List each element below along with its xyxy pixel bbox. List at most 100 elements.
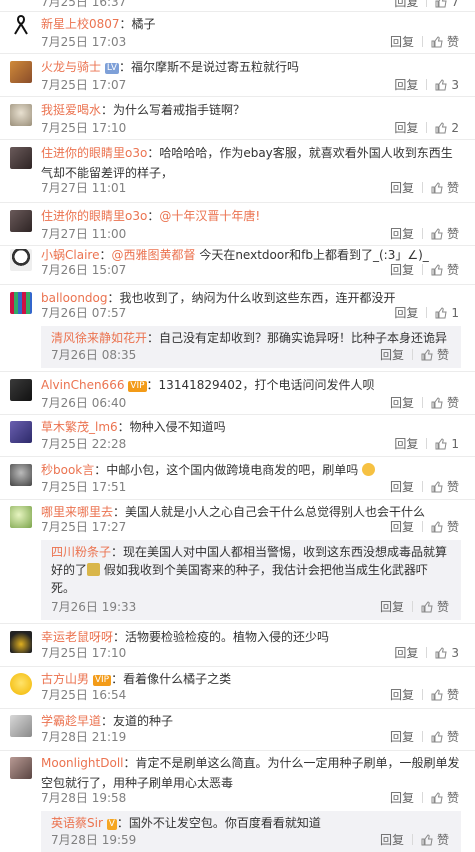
reply-button[interactable]: 回复 [390,263,414,277]
avatar[interactable] [10,379,32,401]
comment-time: 7月26日 06:40 [41,396,127,410]
like-button[interactable]: 7 [435,0,459,9]
avatar[interactable] [10,506,32,528]
comment-username[interactable]: MoonlightDoll [41,756,124,770]
like-button[interactable]: 3 [435,646,459,660]
comment-item: 古方山男 VIP ：看着像什么橘子之类 7月25日 16:54 回复赞 [0,667,475,709]
like-label: 赞 [436,348,449,362]
like-button[interactable]: 赞 [431,35,459,49]
comment-username[interactable]: 幸运老鼠呀呀 [41,630,113,644]
comment-username[interactable]: 学霸趁早道 [41,714,101,728]
like-label: 赞 [446,688,459,702]
like-button[interactable]: 赞 [431,227,459,241]
avatar[interactable] [10,715,32,737]
divider [411,601,413,612]
comment-text: ：13141829402，打个电话问问发件人呗 [146,378,375,392]
avatar[interactable] [10,249,32,271]
avatar[interactable] [10,61,32,83]
thumb-up-icon [435,307,447,319]
avatar[interactable] [10,147,32,169]
divider [426,438,428,449]
like-button[interactable]: 赞 [431,688,459,702]
comment-username[interactable]: 清风徐来静如花开 [51,331,147,345]
like-label: 赞 [446,396,459,410]
avatar[interactable] [10,210,32,232]
avatar[interactable] [10,421,32,443]
comment-username[interactable]: 火龙与骑士 [41,60,101,74]
comment-time: 7月25日 17:07 [41,78,127,92]
reply-button[interactable]: 回复 [390,520,414,534]
divider [411,834,413,845]
thumb-up-icon [431,521,443,533]
thumb-up-icon [435,0,447,8]
reply-button[interactable]: 回复 [390,35,414,49]
reply-button[interactable]: 回复 [394,437,418,451]
reply-button[interactable]: 回复 [390,181,414,195]
comment-username[interactable]: 四川粉条子 [51,545,111,559]
comment-username[interactable]: 英语蔡Sir [51,816,103,830]
comment-username[interactable]: 新星上校0807 [41,17,120,31]
thumb-up-icon [435,438,447,450]
reply-button[interactable]: 回复 [390,730,414,744]
mention-link[interactable]: @十年汉晋十年唐! [159,209,260,223]
reply-button[interactable]: 回复 [394,306,418,320]
mourning-ribbon-avatar [14,15,28,35]
comment-username[interactable]: 古方山男 [41,672,89,686]
like-button[interactable]: 赞 [421,600,449,614]
thumb-up-icon [431,228,443,240]
reply-button[interactable]: 回复 [380,600,404,614]
reply-button[interactable]: 回复 [394,646,418,660]
reply-button[interactable]: 回复 [380,348,404,362]
reply-button[interactable]: 回复 [380,833,404,847]
comment-item: MoonlightDoll：肯定不是刷单这么简直。为什么一定用种子刷单，一般刷单… [0,751,475,852]
avatar[interactable] [10,757,32,779]
avatar[interactable] [10,631,32,653]
reply-button[interactable]: 回复 [390,480,414,494]
verified-badge: V [106,819,117,830]
comment-username[interactable]: 秒book言 [41,463,94,477]
like-button[interactable]: 1 [435,306,459,320]
like-label: 赞 [446,35,459,49]
like-count: 7 [451,0,459,9]
reply-button[interactable]: 回复 [394,121,418,135]
comment-username[interactable]: 住进你的眼睛里o3o [41,146,147,160]
reply-button[interactable]: 回复 [390,688,414,702]
like-button[interactable]: 赞 [421,833,449,847]
comment-username[interactable]: 草木繁茂_lm6 [41,420,118,434]
comment-time: 7月28日 19:58 [41,791,127,805]
comment-time: 7月26日 08:35 [51,348,137,362]
like-count: 3 [451,78,459,92]
like-button[interactable]: 赞 [431,263,459,277]
avatar[interactable] [10,673,32,695]
like-button[interactable]: 赞 [431,730,459,744]
like-button[interactable]: 赞 [431,181,459,195]
reply-button[interactable]: 回复 [394,78,418,92]
like-button[interactable]: 赞 [431,520,459,534]
reply-button[interactable]: 回复 [390,227,414,241]
reply-button[interactable]: 回复 [394,0,418,9]
like-button[interactable]: 赞 [431,396,459,410]
like-label: 赞 [446,520,459,534]
comment-item: AlvinChen666 VIP ：13141829402，打个电话问问发件人呗 … [0,373,475,415]
reply-button[interactable]: 回复 [390,791,414,805]
thumb-up-icon [431,397,443,409]
comment-item: 幸运老鼠呀呀：活物要检验检疫的。植物入侵的还少吗 7月25日 17:10 回复 3 [0,625,475,667]
like-button[interactable]: 赞 [431,791,459,805]
comment-text: ：自己没有定却收到？那确实诡异呀！比种子本身还诡异 [147,331,448,345]
thumb-up-icon [431,264,443,276]
divider [426,79,428,90]
like-button[interactable]: 3 [435,78,459,92]
like-label: 赞 [436,600,449,614]
like-button[interactable]: 赞 [431,480,459,494]
comment-username[interactable]: 住进你的眼睛里o3o [41,209,147,223]
avatar[interactable] [10,104,32,126]
reply-button[interactable]: 回复 [390,396,414,410]
avatar[interactable] [10,464,32,486]
comment-username[interactable]: 我挺爱喝水 [41,103,101,117]
avatar[interactable] [10,292,32,314]
comment-username[interactable]: AlvinChen666 [41,378,124,392]
like-button[interactable]: 赞 [421,348,449,362]
like-button[interactable]: 1 [435,437,459,451]
comment-item: 秒book言：中邮小包，这个国内做跨境电商发的吧，刷单吗 7月25日 17:51… [0,458,475,500]
like-button[interactable]: 2 [435,121,459,135]
